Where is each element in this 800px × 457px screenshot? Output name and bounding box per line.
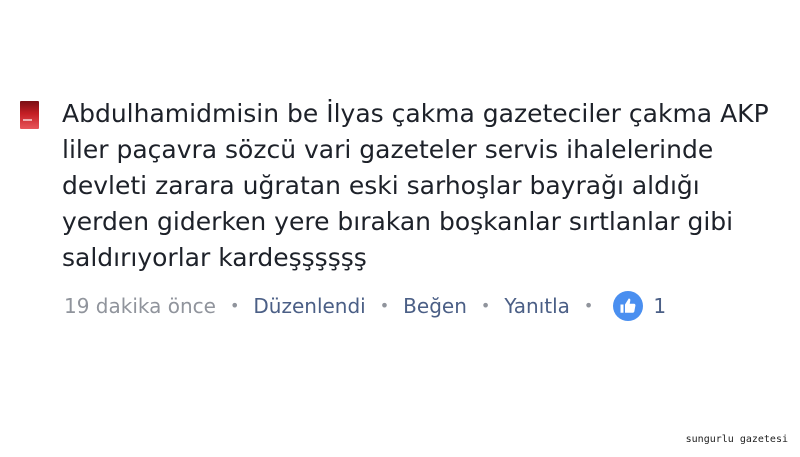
separator-dot: •: [480, 295, 491, 315]
avatar[interactable]: [20, 101, 39, 129]
comment-actions: 19 dakika önce • Düzenlendi • Beğen • Ya…: [64, 289, 666, 323]
separator-dot: •: [229, 295, 240, 315]
reply-button[interactable]: Yanıtla: [504, 294, 570, 318]
comment-timestamp[interactable]: 19 dakika önce: [64, 294, 216, 318]
separator-dot: •: [379, 295, 390, 315]
comment-text: Abdulhamidmisin be İlyas çakma gazetecil…: [62, 99, 769, 272]
watermark: sungurlu gazetesi: [685, 434, 788, 445]
separator-dot: •: [583, 295, 594, 315]
like-button[interactable]: Beğen: [403, 294, 467, 318]
like-count[interactable]: 1: [653, 294, 666, 318]
thumbs-up-icon[interactable]: [613, 291, 644, 321]
edited-link[interactable]: Düzenlendi: [253, 294, 365, 318]
